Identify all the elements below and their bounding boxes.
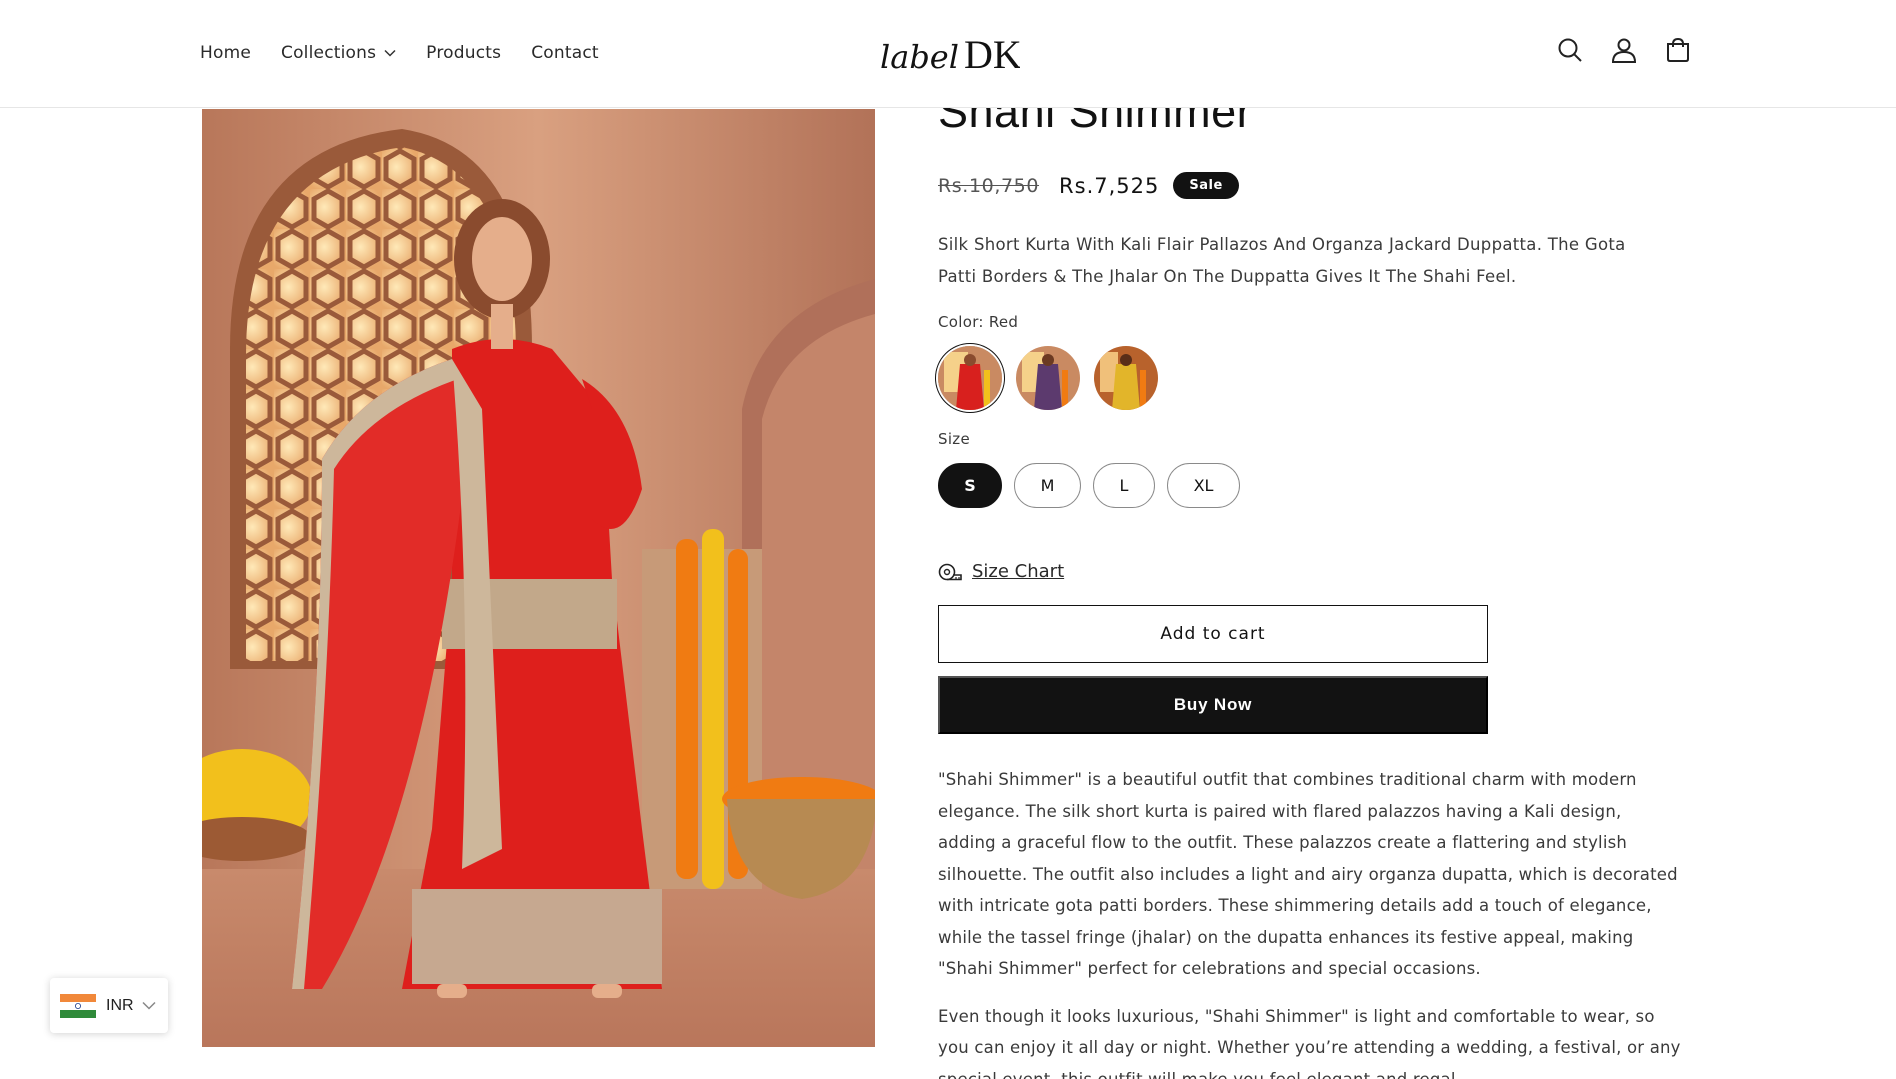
nav-collections-label: Collections <box>281 43 377 63</box>
size-option-xl[interactable]: XL <box>1167 463 1240 508</box>
size-option-l[interactable]: L <box>1093 463 1155 508</box>
long-description: "Shahi Shimmer" is a beautiful outfit th… <box>938 764 1683 1079</box>
currency-code: INR <box>106 996 134 1014</box>
product-image[interactable] <box>202 109 875 1047</box>
header-actions <box>1556 36 1692 64</box>
logo-mark: label DKI <box>880 32 1035 77</box>
size-chart-link[interactable]: Size Chart <box>938 561 1064 582</box>
price-row: Rs.10,750 Rs.7,525 Sale <box>938 172 1239 199</box>
sale-badge: Sale <box>1173 172 1239 199</box>
price-sale: Rs.7,525 <box>1059 173 1160 198</box>
nav-products[interactable]: Products <box>426 43 501 63</box>
color-label: Color: Red <box>938 313 1019 331</box>
svg-text:DKI: DKI <box>964 32 1020 77</box>
description-paragraph: "Shahi Shimmer" is a beautiful outfit th… <box>938 770 1678 978</box>
swatch-red[interactable] <box>938 346 1002 410</box>
size-option-s[interactable]: S <box>938 463 1002 508</box>
size-options: S M L XL <box>938 463 1240 508</box>
measuring-tape-icon <box>938 563 962 580</box>
nav-home-label: Home <box>200 43 252 63</box>
site-logo[interactable]: label DKI <box>880 28 1035 80</box>
product-photo <box>202 109 875 1047</box>
nav-collections[interactable]: Collections <box>281 43 396 63</box>
add-to-cart-button[interactable]: Add to cart <box>938 605 1488 663</box>
nav-contact[interactable]: Contact <box>531 43 599 63</box>
description-paragraph: Even though it looks luxurious, "Shahi S… <box>938 1006 1681 1079</box>
chevron-down-icon <box>384 49 396 57</box>
nav-products-label: Products <box>426 43 502 63</box>
price-original: Rs.10,750 <box>938 174 1040 197</box>
swatch-yellow[interactable] <box>1094 346 1158 410</box>
currency-selector[interactable]: INR <box>50 978 168 1033</box>
color-swatches <box>938 346 1158 410</box>
nav-home[interactable]: Home <box>200 43 251 63</box>
size-label: Size <box>938 430 970 448</box>
site-header: Home Collections Products Contact label … <box>0 0 1896 108</box>
search-icon[interactable] <box>1556 36 1584 64</box>
cart-icon[interactable] <box>1664 36 1692 64</box>
short-description: Silk Short Kurta With Kali Flair Pallazo… <box>938 235 1626 286</box>
svg-text:label: label <box>880 38 959 76</box>
account-icon[interactable] <box>1610 36 1638 64</box>
size-chart-label: Size Chart <box>972 561 1065 582</box>
nav-contact-label: Contact <box>531 43 599 63</box>
india-flag-icon <box>60 993 96 1018</box>
size-option-m[interactable]: M <box>1014 463 1081 508</box>
chevron-down-icon <box>142 1001 156 1010</box>
swatch-purple[interactable] <box>1016 346 1080 410</box>
main-nav: Home Collections Products Contact <box>200 0 629 106</box>
buy-now-button[interactable]: Buy Now <box>938 676 1488 734</box>
